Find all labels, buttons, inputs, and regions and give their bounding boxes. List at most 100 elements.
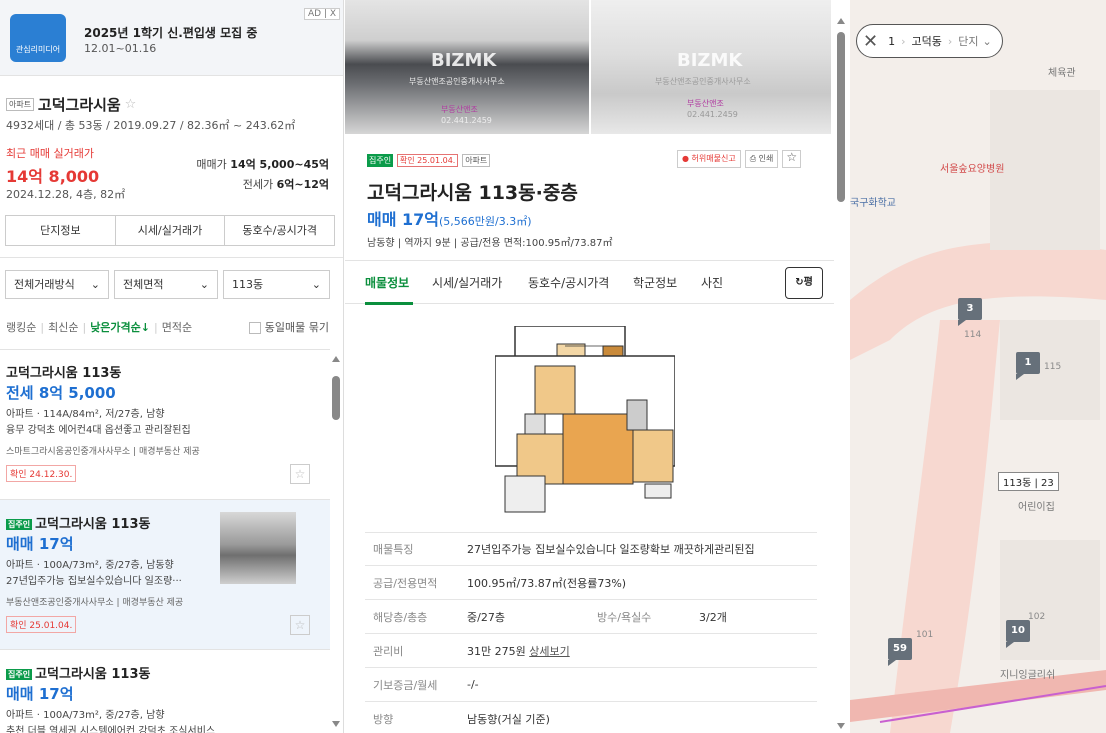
ad-close-button[interactable]: AD | X: [303, 8, 340, 20]
photo-watermark-pink: 부동산앤조: [687, 99, 724, 108]
chevron-down-icon: ⌄: [199, 278, 209, 291]
favorite-star-icon[interactable]: ☆: [125, 97, 137, 112]
trade-type-select[interactable]: 전체거래방식 ⌄: [5, 270, 109, 299]
map-cluster-pin[interactable]: 3: [958, 298, 982, 326]
detail-meta: 남동향 | 역까지 9분 | 공급/전용 면적:100.95㎡/73.87㎡: [367, 238, 613, 249]
group-checkbox[interactable]: [248, 322, 261, 334]
recent-trade-date: 2024.12.28, 4층, 82㎡: [6, 188, 126, 201]
listing-title[interactable]: 집주인 고덕그라시움 113동: [6, 513, 150, 532]
unit-price-button[interactable]: 동호수/공시가격: [225, 216, 334, 245]
complex-name[interactable]: 고덕그라시움: [38, 96, 121, 114]
listing-desc: 27년입주가능 집보실수있습니다 일조량···: [6, 576, 182, 587]
tab-underline: [365, 302, 413, 305]
scroll-thumb[interactable]: [332, 376, 340, 420]
detail-scrollbar[interactable]: [834, 0, 848, 733]
chevron-down-icon: ⌄: [311, 278, 321, 291]
sort-area[interactable]: 면적순: [162, 321, 192, 334]
complex-info-button[interactable]: 단지정보: [6, 216, 116, 245]
tab-school[interactable]: 학군정보: [633, 274, 677, 291]
map-breadcrumb[interactable]: ✕ 1 › 고덕동 › 단지 ⌄: [856, 24, 1003, 58]
lease-price-range: 전세가 6억~12억: [242, 178, 329, 191]
complex-header: 아파트 고덕그라시움 ☆: [6, 94, 136, 115]
confirm-badge: 확인 25.01.04.: [396, 154, 459, 167]
scroll-down-icon[interactable]: [837, 723, 845, 729]
photo-watermark-pink: 부동산앤조: [441, 105, 478, 114]
listing-item[interactable]: 집주인 고덕그라시움 113동 매매 17억 아파트 · 100A/73m², 중…: [0, 649, 330, 733]
listing-desc: 융무 강덕초 에어컨4대 옵션좋고 관리잘된집: [6, 425, 191, 436]
listing-photo[interactable]: BIZMK 부동산앤조공인중개사사무소 부동산앤조 02.441.2459: [591, 0, 831, 134]
poi-school[interactable]: 국구화학교: [850, 194, 896, 209]
building-label: 115: [1044, 362, 1062, 372]
building-select[interactable]: 113동 ⌄: [223, 270, 330, 299]
scroll-up-icon[interactable]: [837, 18, 845, 24]
favorite-star-icon[interactable]: ☆: [290, 615, 310, 635]
detail-title: 고덕그라시움 113동·중층: [367, 182, 578, 204]
scroll-down-icon[interactable]: [332, 721, 340, 727]
tab-price-history[interactable]: 시세/실거래가: [432, 274, 502, 291]
listing-title[interactable]: 집주인 고덕그라시움 113동: [6, 663, 150, 682]
favorite-star-icon[interactable]: ☆: [290, 464, 310, 484]
breadcrumb-danji[interactable]: 단지: [958, 33, 978, 49]
floor-plan-image[interactable]: [495, 326, 675, 516]
owner-badge: 집주인: [367, 154, 394, 167]
sort-options: 랭킹순 | 최신순 | 낮은가격순↓ | 면적순: [6, 321, 193, 334]
photo-watermark-phone: 02.441.2459: [687, 110, 738, 119]
tab-photos[interactable]: 사진: [701, 274, 723, 291]
listing-title[interactable]: 고덕그라시움 113동: [6, 362, 121, 381]
info-row: 공급/전용면적 100.95㎡/73.87㎡(전용률73%): [365, 566, 817, 600]
map-area[interactable]: ✕ 1 › 고덕동 › 단지 ⌄ 체육관 서울숲요양병원 국구화학교 지니잉글리…: [850, 0, 1106, 733]
poi-gym[interactable]: 체육관: [1048, 64, 1076, 79]
photo-watermark-sub: 부동산앤조공인중개사사무소: [655, 77, 751, 86]
map-cluster-pin[interactable]: 10: [1006, 620, 1030, 648]
info-row: 해당층/총층 중/27층 방수/욕실수 3/2개: [365, 600, 817, 634]
scroll-up-icon[interactable]: [332, 356, 340, 362]
photo-watermark: BIZMK: [677, 50, 743, 71]
report-button[interactable]: ● 허위매물신고: [677, 150, 741, 168]
price-history-button[interactable]: 시세/실거래가: [116, 216, 226, 245]
tab-listing-info[interactable]: 매물정보: [365, 274, 409, 291]
listing-item[interactable]: 고덕그라시움 113동 전세 8억 5,000 아파트 · 114A/84m²,…: [0, 349, 330, 499]
close-icon[interactable]: ✕: [863, 31, 878, 52]
listing-photo[interactable]: BIZMK 부동산앤조공인중개사사무소 부동산앤조 02.441.2459: [345, 0, 589, 134]
listing-price: 매매 17억: [6, 685, 74, 703]
sort-latest[interactable]: 최신순: [48, 321, 78, 334]
poi-kindergarten[interactable]: 어린이집: [1018, 498, 1055, 513]
map-cluster-pin[interactable]: 1: [1016, 352, 1040, 380]
confirm-badge: 확인 25.01.04.: [6, 616, 77, 633]
detail-actions: ● 허위매물신고 ⎙ 인쇄 ☆: [677, 150, 802, 168]
confirm-badge: 확인 24.12.30.: [6, 465, 77, 482]
scroll-thumb[interactable]: [837, 32, 845, 202]
price-per-area: (5,566만원/3.3㎡): [439, 215, 532, 228]
building-113-label[interactable]: 113동 | 23: [998, 472, 1059, 491]
listing-info: 아파트 · 100A/73m², 중/27층, 남향: [6, 710, 165, 721]
poi-academy[interactable]: 지니잉글리쉬: [1000, 666, 1055, 681]
sort-ranking[interactable]: 랭킹순: [6, 321, 36, 334]
detail-price: 매매 17억(5,566만원/3.3㎡): [367, 210, 532, 229]
complex-meta: 4932세대 / 총 53동 / 2019.09.27 / 82.36㎡ ~ 2…: [6, 119, 296, 132]
listing-thumbnail[interactable]: [220, 512, 296, 584]
detail-tabs: 매물정보 시세/실거래가 동호수/공시가격 학군정보 사진 ↻평: [345, 260, 834, 305]
poi-hospital[interactable]: 서울숲요양병원: [940, 160, 1004, 175]
breadcrumb-dong[interactable]: 고덕동: [912, 33, 942, 49]
detail-panel: BIZMK 부동산앤조공인중개사사무소 부동산앤조 02.441.2459 BI…: [345, 0, 850, 733]
area-select[interactable]: 전체면적 ⌄: [114, 270, 218, 299]
ad-title[interactable]: 2025년 1학기 신.편입생 모집 중: [84, 24, 257, 41]
listing-info-table: 매물특징 27년입주가능 집보실수있습니다 일조량확보 깨끗하게관리된집 공급/…: [365, 532, 817, 733]
group-same-listings[interactable]: 동일매물 묶기: [248, 319, 329, 335]
ad-banner[interactable]: 관심리미디어 2025년 1학기 신.편입생 모집 중 12.01~01.16 …: [0, 0, 343, 76]
listing-scrollbar[interactable]: [330, 350, 342, 733]
photo-watermark-phone: 02.441.2459: [441, 116, 492, 125]
listing-info: 아파트 · 100A/73m², 중/27층, 남동향: [6, 560, 174, 571]
complex-button-row: 단지정보 시세/실거래가 동호수/공시가격: [5, 215, 335, 246]
print-icon: ⎙: [749, 154, 757, 163]
listing-price: 전세 8억 5,000: [6, 384, 116, 402]
print-button[interactable]: ⎙ 인쇄: [744, 150, 779, 168]
photo-watermark-sub: 부동산앤조공인중개사사무소: [409, 77, 505, 86]
maintenance-detail-link[interactable]: 상세보기: [529, 645, 569, 658]
pyeong-toggle-button[interactable]: ↻평: [785, 267, 823, 299]
tab-unit-price[interactable]: 동호수/공시가격: [528, 274, 609, 291]
favorite-star-icon[interactable]: ☆: [782, 150, 802, 168]
map-cluster-pin[interactable]: 59: [888, 638, 912, 666]
type-badge: 아파트: [462, 154, 491, 167]
sort-low-price[interactable]: 낮은가격순↓: [90, 321, 150, 334]
